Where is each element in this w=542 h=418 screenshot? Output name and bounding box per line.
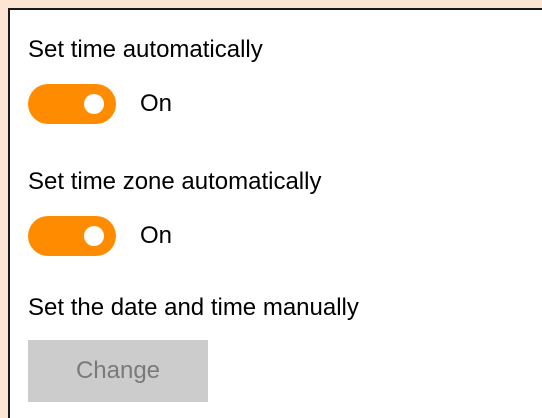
set-time-automatically-row: On [28,84,172,124]
set-date-time-manually-label: Set the date and time manually [28,294,359,321]
set-time-automatically-toggle[interactable] [28,84,116,124]
date-time-settings-panel: Set time automatically On Set time zone … [8,8,542,418]
toggle-knob [84,94,104,114]
set-time-zone-automatically-row: On [28,216,172,256]
change-button[interactable]: Change [28,340,208,402]
toggle-knob [84,226,104,246]
set-time-zone-automatically-state: On [140,222,173,249]
set-time-automatically-state: On [140,90,173,117]
set-time-automatically-label: Set time automatically [28,36,263,63]
set-time-zone-automatically-toggle[interactable] [28,216,116,256]
set-time-zone-automatically-label: Set time zone automatically [28,168,322,195]
